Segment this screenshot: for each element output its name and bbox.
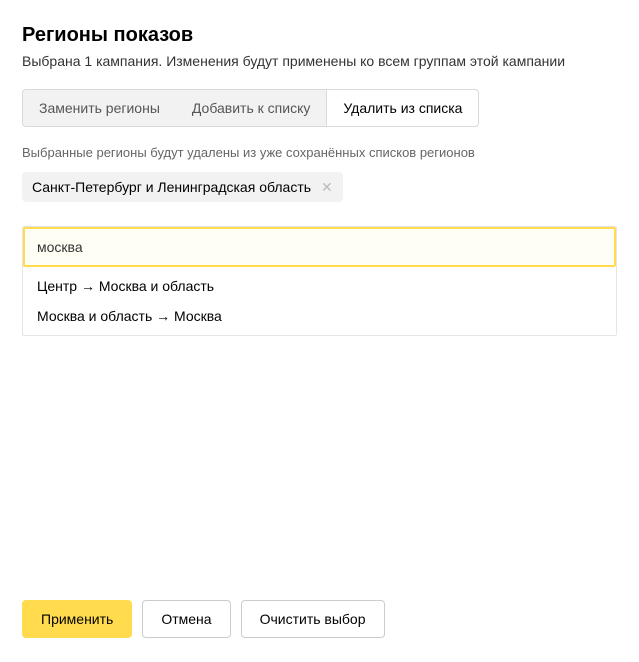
region-search: Центр → Москва и область Москва и област… — [22, 226, 617, 336]
mode-tabs: Заменить регионы Добавить к списку Удали… — [22, 89, 479, 127]
dialog-footer: Применить Отмена Очистить выбор — [22, 600, 617, 638]
apply-button[interactable]: Применить — [22, 600, 132, 638]
cancel-button[interactable]: Отмена — [142, 600, 230, 638]
region-chip-label: Санкт-Петербург и Ленинградская область — [32, 179, 311, 195]
close-icon[interactable]: ✕ — [321, 180, 333, 194]
page-subtitle: Выбрана 1 кампания. Изменения будут прим… — [22, 53, 617, 69]
selected-regions: Санкт-Петербург и Ленинградская область … — [22, 172, 617, 202]
tab-replace-regions[interactable]: Заменить регионы — [23, 90, 176, 126]
suggestion-item[interactable]: Центр → Москва и область — [23, 271, 616, 301]
page-title: Регионы показов — [22, 24, 617, 47]
tab-add-to-list[interactable]: Добавить к списку — [176, 90, 326, 126]
clear-selection-button[interactable]: Очистить выбор — [241, 600, 385, 638]
region-chip: Санкт-Петербург и Ленинградская область … — [22, 172, 343, 202]
suggestion-list: Центр → Москва и область Москва и област… — [23, 267, 616, 335]
suggestion-item[interactable]: Москва и область → Москва — [23, 301, 616, 331]
tab-remove-from-list[interactable]: Удалить из списка — [326, 89, 478, 127]
region-search-input[interactable] — [23, 227, 616, 267]
mode-hint: Выбранные регионы будут удалены из уже с… — [22, 145, 617, 160]
